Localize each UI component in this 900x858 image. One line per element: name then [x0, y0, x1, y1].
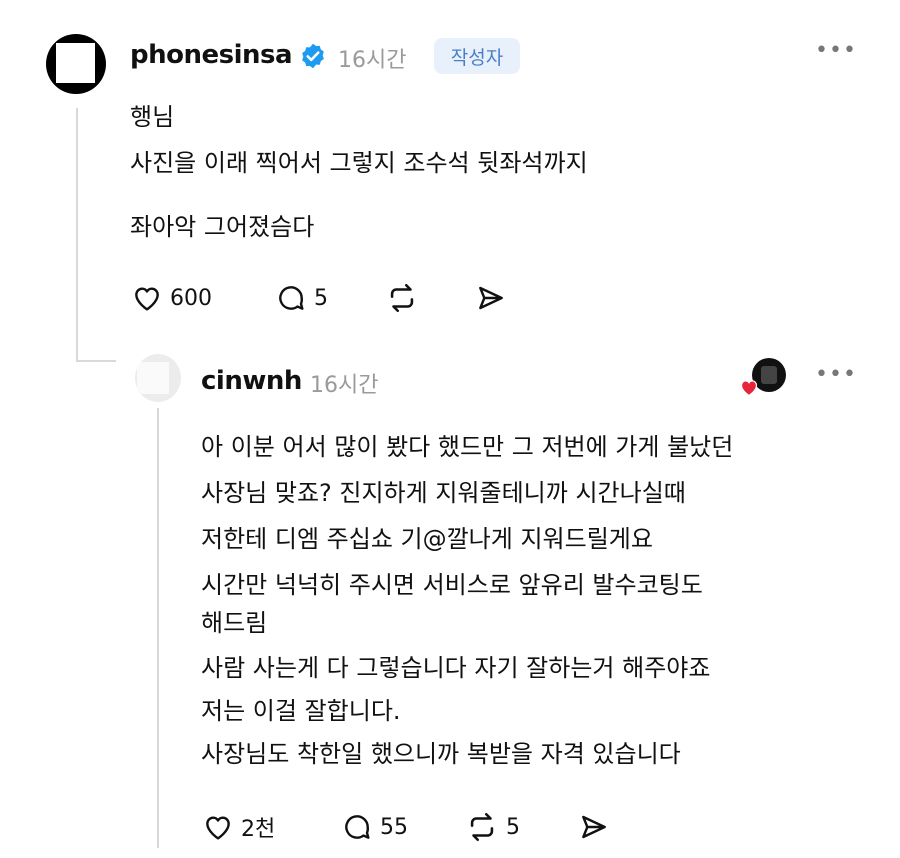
more-options-button[interactable]: •••: [815, 38, 857, 63]
like-button[interactable]: 600: [130, 282, 212, 314]
reply-thread-line: [157, 408, 159, 848]
avatar[interactable]: [135, 354, 181, 402]
share-button[interactable]: [474, 282, 508, 314]
timestamp: 16시간: [338, 48, 407, 73]
like-count: 600: [170, 285, 212, 311]
author-badge: 작성자: [434, 38, 520, 74]
reply-text-line: 아 이분 어서 많이 봤다 했드만 그 저번에 가게 불났던: [201, 433, 734, 461]
send-icon: [582, 815, 606, 839]
verified-badge-icon: [302, 43, 324, 69]
repost-button[interactable]: 5: [464, 810, 520, 844]
like-button[interactable]: 2천: [201, 811, 275, 843]
avatar[interactable]: [46, 34, 106, 94]
heart-icon: [740, 380, 758, 397]
username[interactable]: cinwnh: [201, 366, 302, 396]
thread-line: [76, 108, 78, 362]
reply-text-line: 사람 사는게 다 그렇습니다 자기 잘하는거 해주야죠: [201, 654, 711, 682]
heart-icon: [135, 287, 159, 311]
reply-text-line: 시간만 넉넉히 주시면 서비스로 앞유리 발수코팅도: [201, 571, 703, 599]
thread-line-curve: [76, 360, 116, 362]
comment-icon: [345, 815, 370, 839]
comment-text-line: 사진을 이래 찍어서 그렇지 조수석 뒷좌석까지: [130, 149, 588, 177]
repost-icon: [470, 812, 494, 842]
repost-icon: [390, 283, 414, 313]
more-options-button[interactable]: •••: [815, 362, 857, 387]
send-icon: [479, 286, 503, 310]
reply-button[interactable]: 55: [340, 811, 408, 843]
username[interactable]: phonesinsa: [130, 40, 293, 70]
reply-text-line: 사장님 맞죠? 진지하게 지워줄테니까 시간나실때: [201, 479, 686, 507]
repost-count: 5: [506, 814, 520, 840]
reply-text-line: 사장님도 착한일 했으니까 복받을 자격 있습니다: [201, 740, 681, 768]
comment-icon: [279, 286, 304, 310]
reply-button[interactable]: 5: [274, 282, 328, 314]
reply-count: 5: [314, 285, 328, 311]
reply-text-line: 저한테 디엠 주십쇼 기@깔나게 지워드릴게요: [201, 525, 653, 553]
like-count: 2천: [241, 817, 276, 842]
reply-text-line: 저는 이걸 잘합니다.: [201, 697, 401, 725]
comment-text-line: 행님: [130, 103, 175, 131]
reply-count: 55: [380, 814, 408, 840]
repost-button[interactable]: [384, 281, 420, 315]
heart-icon: [206, 816, 230, 840]
reply-text-line: 해드림: [201, 609, 268, 637]
share-button[interactable]: [577, 811, 611, 843]
timestamp: 16시간: [310, 373, 379, 398]
comment-text-line: 좌아악 그어졌슴다: [130, 213, 315, 241]
